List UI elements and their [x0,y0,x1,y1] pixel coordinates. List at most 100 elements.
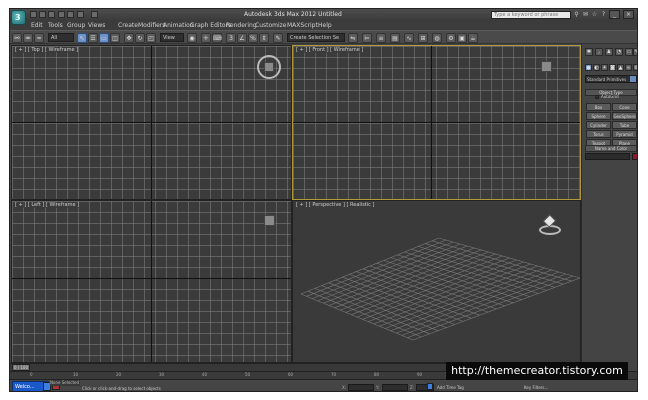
hierarchy-panel-icon[interactable]: ♟ [605,48,613,56]
shapes-icon[interactable]: ◐ [593,64,600,71]
space-warps-icon[interactable]: ≈ [625,64,632,71]
menu-help[interactable]: Help [318,22,332,29]
subscription-icon[interactable]: ✉ [582,11,589,19]
minimize-button[interactable]: _ [609,10,620,19]
box-button[interactable]: Box [586,103,611,111]
geosphere-button[interactable]: GeoSphere [612,112,637,120]
search-input[interactable] [491,11,571,19]
menu-group[interactable]: Group [67,22,85,29]
selection-filter-dropdown[interactable]: All [48,33,74,42]
viewport-front[interactable]: [ + ] [ Front ] [ Wireframe ] [292,45,581,200]
viewport-front-label[interactable]: [ + ] [ Front ] [ Wireframe ] [296,47,364,53]
helpers-icon[interactable]: ▲ [617,64,624,71]
spinner-snap-icon[interactable]: ⇕ [259,33,269,43]
new-file-icon[interactable] [30,11,37,18]
percent-snap-icon[interactable]: % [248,33,258,43]
autogrid-checkbox[interactable] [595,95,599,99]
keyboard-shortcut-override-icon[interactable]: ⌨ [212,33,222,43]
menu-edit[interactable]: Edit [31,22,43,29]
snaps-toggle-icon[interactable]: 3 [226,33,236,43]
layer-manager-icon[interactable]: ≡ [376,33,386,43]
hold-icon[interactable] [77,11,84,18]
unlink-icon[interactable]: ⚮ [23,33,33,43]
menu-customize[interactable]: Customize [255,22,287,29]
open-file-icon[interactable] [39,11,46,18]
bind-space-warp-icon[interactable]: ≈ [34,33,44,43]
project-folder-icon[interactable] [91,11,98,18]
viewcube-left-icon[interactable] [264,215,275,226]
viewport-perspective[interactable]: [ + ] [ Perspective ] [ Realistic ] [292,200,581,363]
select-and-rotate-icon[interactable]: ↻ [135,33,145,43]
viewport-top-label[interactable]: [ + ] [ Top ] [ Wireframe ] [15,47,79,53]
cylinder-button[interactable]: Cylinder [586,121,611,129]
torus-button[interactable]: Torus [586,130,611,138]
create-panel-icon[interactable]: ✱ [585,48,593,56]
edit-named-selection-icon[interactable]: ✎ [273,33,283,43]
select-and-link-icon[interactable]: ⚯ [12,33,22,43]
menu-rendering[interactable]: Rendering [226,22,257,29]
redo-icon[interactable] [67,11,74,18]
close-button[interactable]: × [623,10,634,19]
mirror-icon[interactable]: ⇋ [348,33,358,43]
viewport-top[interactable]: [ + ] [ Top ] [ Wireframe ] [11,45,292,200]
render-production-icon[interactable]: ☕ [468,33,478,43]
menu-animation[interactable]: Animation [163,22,194,29]
communication-center-icon[interactable]: ☆ [591,11,598,19]
graphite-toggle-icon[interactable]: ▤ [390,33,400,43]
category-dropdown[interactable]: Standard Primitives [585,75,637,83]
systems-icon[interactable]: ⚙ [633,64,637,71]
menu-modifiers[interactable]: Modifiers [138,22,165,29]
viewport-left-label[interactable]: [ + ] [ Left ] [ Wireframe ] [15,202,80,208]
rectangular-selection-icon[interactable]: ▭ [99,33,109,43]
render-setup-icon[interactable]: ⚙ [446,33,456,43]
tube-button[interactable]: Tube [612,121,637,129]
viewport-perspective-label[interactable]: [ + ] [ Perspective ] [ Realistic ] [296,202,375,208]
key-filters-button[interactable]: Key Filters... [524,385,548,390]
object-color-swatch[interactable] [632,153,637,160]
time-slider-knob[interactable]: 0 / 100 [12,364,30,371]
select-and-scale-icon[interactable]: ◰ [146,33,156,43]
material-editor-icon[interactable]: ◍ [432,33,442,43]
menu-create[interactable]: Create [118,22,138,29]
help-icon[interactable]: ? [600,11,607,19]
align-icon[interactable]: ⊨ [362,33,372,43]
lights-icon[interactable]: ☀ [601,64,608,71]
time-tag-icon[interactable] [427,383,433,390]
angle-snap-icon[interactable]: ∠ [237,33,247,43]
name-and-color-rollout[interactable]: Name and Color [585,145,637,152]
save-file-icon[interactable] [48,11,55,18]
cameras-icon[interactable]: ◙ [609,64,616,71]
viewcube-top-icon[interactable] [264,62,274,72]
menu-maxscript[interactable]: MAXScript [287,22,318,29]
utilities-panel-icon[interactable]: ✎ [633,48,637,56]
select-and-move-icon[interactable]: ✥ [124,33,134,43]
undo-icon[interactable] [58,11,65,18]
modify-panel-icon[interactable]: ◞ [595,48,603,56]
viewcube-front-icon[interactable] [541,61,552,72]
motion-panel-icon[interactable]: ◔ [615,48,623,56]
reference-coordinate-dropdown[interactable]: View [160,33,184,42]
display-panel-icon[interactable]: ▭ [625,48,633,56]
x-coordinate-field[interactable] [348,384,374,391]
geometry-icon[interactable]: ● [585,64,592,71]
select-by-name-icon[interactable]: ☰ [88,33,98,43]
viewport-left[interactable]: [ + ] [ Left ] [ Wireframe ] [11,200,292,363]
rendered-frame-window-icon[interactable]: ▣ [457,33,467,43]
menu-tools[interactable]: Tools [48,22,63,29]
select-and-manipulate-icon[interactable]: ✛ [201,33,211,43]
app-logo[interactable]: 3 [11,10,26,25]
pivot-point-icon[interactable]: ◉ [187,33,197,43]
object-name-field[interactable] [585,153,630,160]
select-object-icon[interactable]: ↖ [77,33,87,43]
y-coordinate-field[interactable] [382,384,408,391]
schematic-view-icon[interactable]: ⊞ [418,33,428,43]
add-time-tag[interactable]: Add Time Tag [437,385,464,390]
named-selection-dropdown[interactable]: Create Selection Se [287,33,345,42]
menu-views[interactable]: Views [88,22,105,29]
pyramid-button[interactable]: Pyramid [612,130,637,138]
sphere-button[interactable]: Sphere [586,112,611,120]
curve-editor-icon[interactable]: ∿ [404,33,414,43]
search-icon[interactable]: ⚲ [573,11,580,19]
cone-button[interactable]: Cone [612,103,637,111]
window-crossing-icon[interactable]: ◫ [110,33,120,43]
